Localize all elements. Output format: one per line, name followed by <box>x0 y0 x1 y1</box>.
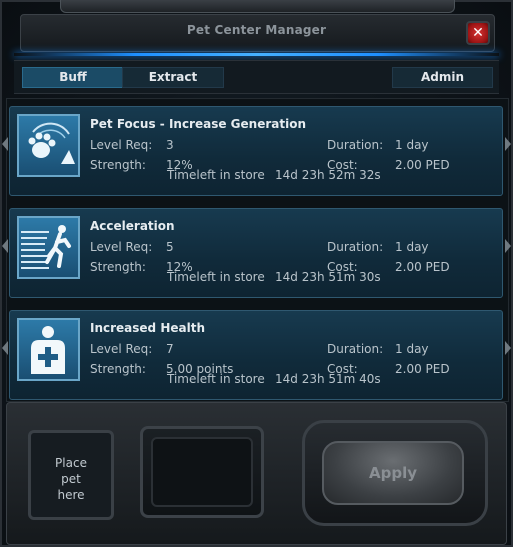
cost-value: 2.00 PED <box>395 158 450 172</box>
window-top-cap <box>60 0 455 13</box>
duration-label: Duration: <box>327 138 384 152</box>
left-arrow-icon <box>2 341 8 355</box>
duration-value: 1 day <box>395 240 429 254</box>
cost-value: 2.00 PED <box>395 260 450 274</box>
buff-name: Pet Focus - Increase Generation <box>90 117 306 131</box>
level-req-value: 5 <box>166 240 174 254</box>
timeleft-label: Timeleft in store <box>167 270 265 284</box>
cost-label: Cost: <box>327 362 358 376</box>
cost-label: Cost: <box>327 260 358 274</box>
tab-extract[interactable]: Extract <box>122 67 224 88</box>
duration-value: 1 day <box>395 138 429 152</box>
right-arrow-icon <box>505 239 511 253</box>
running-figure-icon <box>17 216 80 279</box>
duration-label: Duration: <box>327 240 384 254</box>
pet-slot-text: Place <box>55 456 87 470</box>
tab-buff[interactable]: Buff <box>22 67 124 88</box>
buff-card-increased-health[interactable]: Increased Health Level Req: 7 Strength: … <box>9 310 503 400</box>
level-req-label: Level Req: <box>90 240 153 254</box>
apply-button[interactable]: Apply <box>322 441 464 505</box>
item-slot-inner <box>151 437 253 507</box>
level-req-label: Level Req: <box>90 342 153 356</box>
duration-label: Duration: <box>327 342 384 356</box>
tab-admin[interactable]: Admin <box>392 67 493 88</box>
level-req-value: 3 <box>166 138 174 152</box>
window-title: Pet Center Manager <box>186 23 327 37</box>
timeleft-label: Timeleft in store <box>167 372 265 386</box>
buff-name: Acceleration <box>90 219 175 233</box>
duration-value: 1 day <box>395 342 429 356</box>
close-button[interactable]: ✕ <box>466 21 490 45</box>
health-cross-icon <box>17 318 80 381</box>
item-slot[interactable] <box>140 426 264 518</box>
strength-label: Strength: <box>90 362 146 376</box>
right-arrow-icon <box>505 341 511 355</box>
level-req-value: 7 <box>166 342 174 356</box>
timeleft-label: Timeleft in store <box>167 168 265 182</box>
pet-slot-text: here <box>57 488 85 502</box>
level-req-label: Level Req: <box>90 138 153 152</box>
title-glow-divider <box>14 53 499 56</box>
paw-icon <box>17 114 80 177</box>
strength-label: Strength: <box>90 158 146 172</box>
right-arrow-icon <box>505 137 511 151</box>
buff-card-acceleration[interactable]: Acceleration Level Req: 5 Strength: 12% … <box>9 208 503 298</box>
left-arrow-icon <box>2 137 8 151</box>
cost-value: 2.00 PED <box>395 362 450 376</box>
pet-drop-slot[interactable]: Place pet here <box>28 430 114 520</box>
buff-name: Increased Health <box>90 321 205 335</box>
pet-slot-text: pet <box>61 472 81 486</box>
buff-card-pet-focus[interactable]: Pet Focus - Increase Generation Level Re… <box>9 106 503 196</box>
left-arrow-icon <box>2 239 8 253</box>
strength-label: Strength: <box>90 260 146 274</box>
cost-label: Cost: <box>327 158 358 172</box>
